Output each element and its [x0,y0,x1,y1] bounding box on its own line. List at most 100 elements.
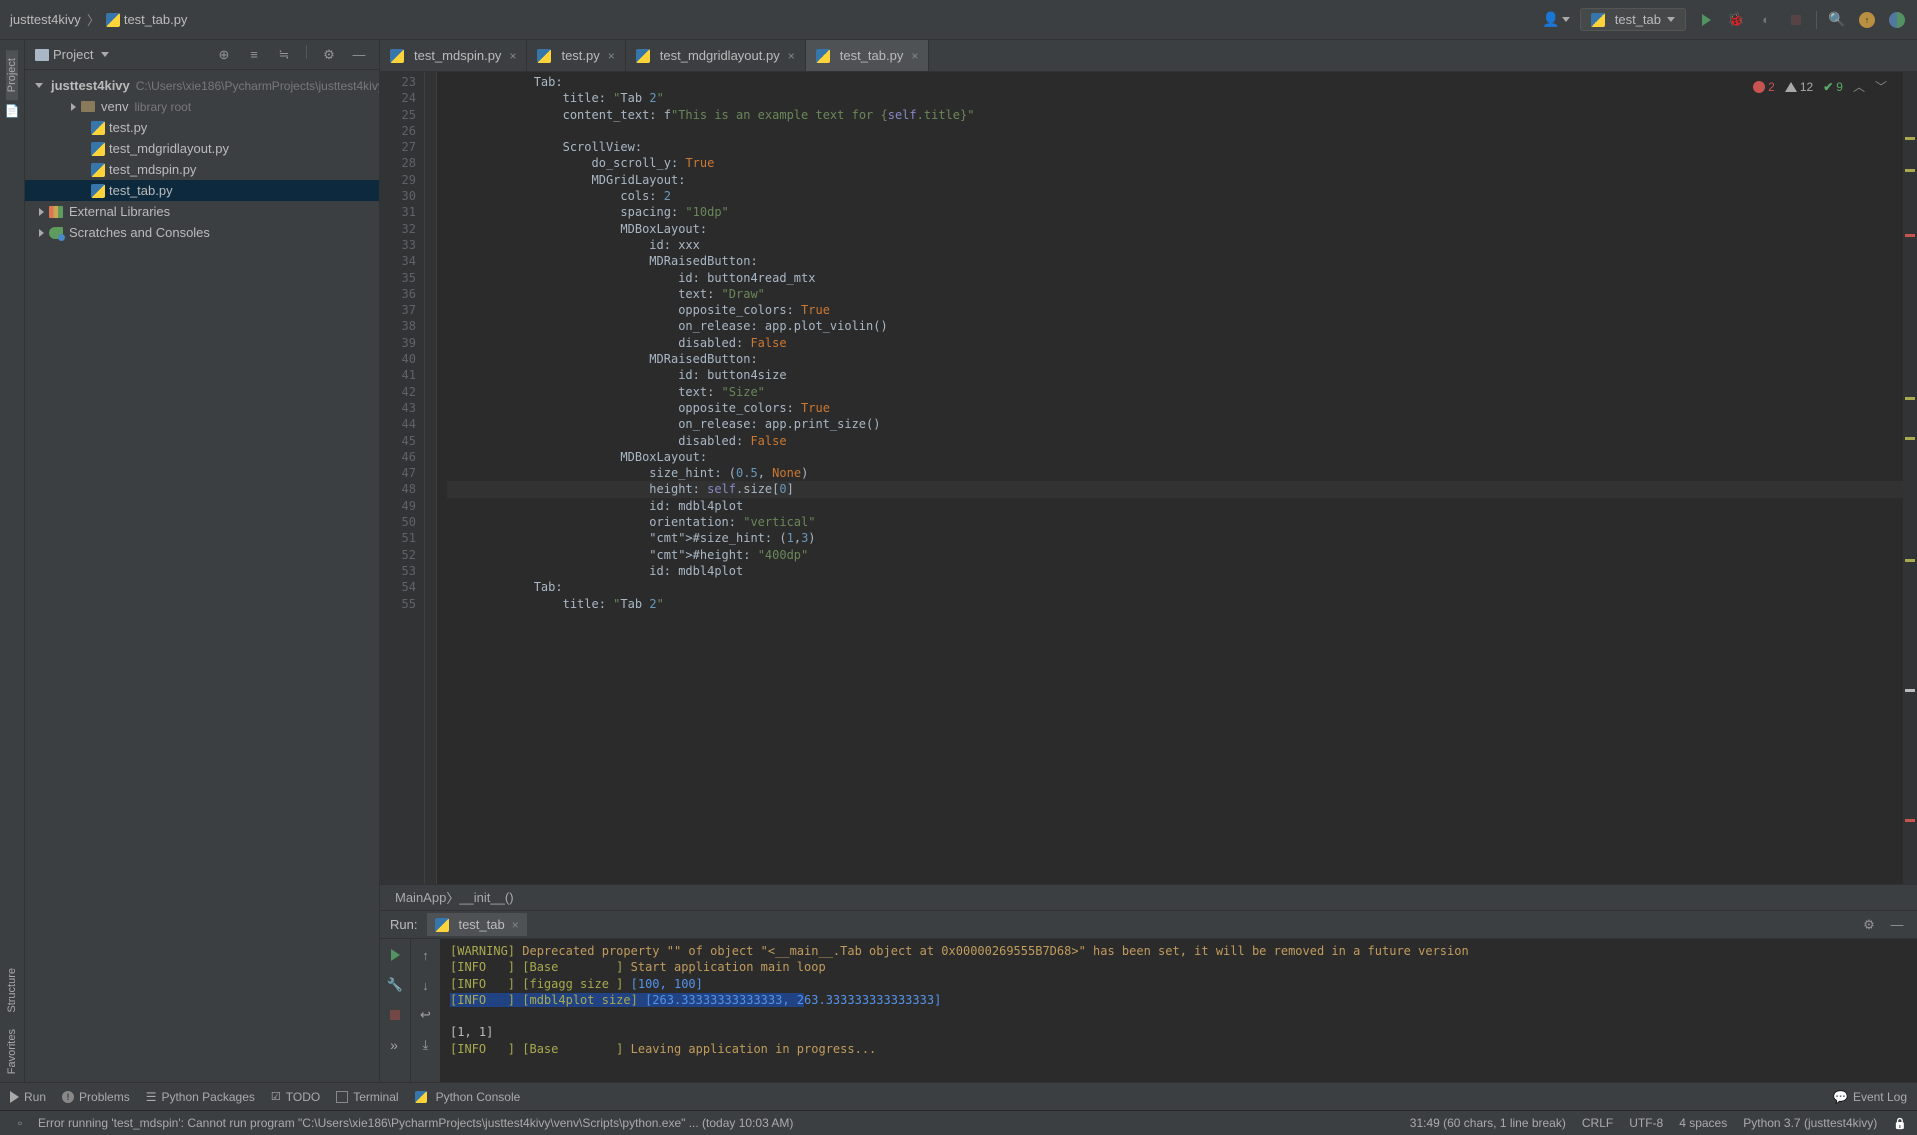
interpreter[interactable]: Python 3.7 (justtest4kivy) [1743,1116,1877,1130]
run-tab[interactable]: test_tab × [427,913,526,936]
chevron-right-icon [39,229,44,237]
run-button[interactable] [1696,10,1716,30]
error-stripe[interactable] [1903,72,1917,884]
close-icon[interactable]: × [512,918,519,932]
editor-gutter[interactable]: 23 24 25 26 27 28 29 30 31 32 33 34 35 3… [380,72,425,884]
code-with-me-icon[interactable]: 👤 [1542,11,1569,28]
project-tool-window: Project ⊕ ≡ ≒ ⚙ — justtest4kivy C:\Users… [25,40,380,1082]
console-output[interactable]: [WARNING] Deprecated property "" of obje… [440,939,1917,1082]
line-separator[interactable]: CRLF [1582,1116,1613,1130]
run-tool-window: Run: test_tab × ⚙ — 🔧 » [380,910,1917,1082]
todo-tool-button[interactable]: ☑TODO [271,1090,320,1104]
hide-icon[interactable]: — [1887,915,1907,935]
chevron-right-icon [39,208,44,216]
tree-external-libraries[interactable]: External Libraries [25,201,379,222]
folder-icon [81,101,95,112]
debug-button[interactable]: 🐞 [1726,10,1746,30]
wrench-icon[interactable]: 🔧 [385,975,405,995]
close-icon[interactable]: × [788,49,795,63]
event-log-button[interactable]: 💬Event Log [1833,1090,1907,1104]
structure-tool-button[interactable]: Structure [6,960,18,1021]
python-file-icon [91,142,105,156]
soft-wrap-icon[interactable]: ↩ [416,1005,436,1025]
breadcrumb-project[interactable]: justtest4kivy [10,12,81,27]
tree-folder-venv[interactable]: venv library root [25,96,379,117]
project-tool-button[interactable]: Project [6,50,18,100]
bookmarks-tool-button[interactable]: 📄 [5,104,20,118]
project-view-selector[interactable]: Project [35,47,109,62]
search-everywhere-icon[interactable]: 🔍 [1827,10,1847,30]
close-icon[interactable]: × [608,49,615,63]
editor-breadcrumb[interactable]: MainApp 〉 __init__() [380,884,1917,910]
gear-icon[interactable]: ⚙ [1859,915,1879,935]
python-file-icon [435,918,449,932]
down-arrow-icon[interactable]: ↓ [416,975,436,995]
bottom-tool-window-stripe: Run !Problems ☰Python Packages ☑TODO Ter… [0,1082,1917,1110]
status-bar: ▫ Error running 'test_mdspin': Cannot ru… [0,1110,1917,1135]
breadcrumb-file[interactable]: test_tab.py [124,12,188,27]
scroll-to-end-icon[interactable]: ⤓ [416,1035,436,1055]
tree-scratches[interactable]: Scratches and Consoles [25,222,379,243]
error-icon [1753,81,1765,93]
inspection-widget[interactable]: 2 12 ✔9 ︿ ﹀ [1753,78,1887,95]
editor[interactable]: 2 12 ✔9 ︿ ﹀ 23 24 25 26 27 28 29 30 31 3… [380,72,1917,884]
tree-file[interactable]: test.py [25,117,379,138]
python-file-icon [537,49,551,63]
chevron-right-icon [71,103,76,111]
lock-icon[interactable] [1893,1116,1907,1130]
tree-file[interactable]: test_mdgridlayout.py [25,138,379,159]
project-tree[interactable]: justtest4kivy C:\Users\xie186\PycharmPro… [25,70,379,248]
ide-update-icon[interactable] [1887,10,1907,30]
editor-tab[interactable]: test_mdgridlayout.py × [626,40,806,71]
run-left-toolbar-2: ↑ ↓ ↩ ⤓ [410,939,440,1082]
python-file-icon [91,163,105,177]
expand-all-icon[interactable]: ≡ [244,45,264,65]
packages-tool-button[interactable]: ☰Python Packages [146,1090,255,1104]
tree-file[interactable]: test_mdspin.py [25,159,379,180]
run-left-toolbar: 🔧 » [380,939,410,1082]
run-tool-button[interactable]: Run [10,1090,46,1104]
terminal-tool-button[interactable]: Terminal [336,1090,398,1104]
hide-icon[interactable]: — [349,45,369,65]
stop-button[interactable] [1786,10,1806,30]
status-message[interactable]: Error running 'test_mdspin': Cannot run … [38,1116,793,1130]
file-encoding[interactable]: UTF-8 [1629,1116,1663,1130]
run-with-coverage-button[interactable]: ◐ [1756,10,1776,30]
chevron-down-icon[interactable]: ﹀ [1875,78,1887,95]
indent-setting[interactable]: 4 spaces [1679,1116,1727,1130]
code-area[interactable]: Tab: title: "Tab 2" content_text: f"This… [437,72,1903,884]
chevron-up-icon[interactable]: ︿ [1853,78,1865,95]
tool-windows-icon[interactable]: ▫ [10,1113,30,1133]
favorites-tool-button[interactable]: Favorites [6,1021,18,1082]
python-file-icon [816,49,830,63]
folder-icon [35,49,49,61]
close-icon[interactable]: × [911,49,918,63]
python-file-icon [106,13,120,27]
editor-tab-active[interactable]: test_tab.py × [806,40,930,71]
close-icon[interactable]: × [509,49,516,63]
warning-icon [1785,82,1797,92]
chevron-down-icon [35,83,43,88]
library-icon [49,206,63,218]
editor-tab[interactable]: test.py × [527,40,625,71]
problems-tool-button[interactable]: !Problems [62,1090,130,1104]
select-opened-file-icon[interactable]: ⊕ [214,45,234,65]
navigation-bar: justtest4kivy 〉 test_tab.py 👤 test_tab 🐞… [0,0,1917,40]
tree-root[interactable]: justtest4kivy C:\Users\xie186\PycharmPro… [25,75,379,96]
editor-tab[interactable]: test_mdspin.py × [380,40,527,71]
run-label: Run: [390,917,417,932]
fold-gutter[interactable] [425,72,437,884]
caret-position[interactable]: 31:49 (60 chars, 1 line break) [1410,1116,1566,1130]
collapse-all-icon[interactable]: ≒ [274,45,294,65]
run-config-selector[interactable]: test_tab [1580,8,1686,31]
stop-button[interactable] [385,1005,405,1025]
sync-icon[interactable]: ↑ [1857,10,1877,30]
rerun-button[interactable] [385,945,405,965]
gear-icon[interactable]: ⚙ [319,45,339,65]
python-file-icon [91,184,105,198]
more-icon[interactable]: » [385,1035,405,1055]
up-arrow-icon[interactable]: ↑ [416,945,436,965]
python-console-tool-button[interactable]: Python Console [415,1090,521,1104]
left-tool-window-stripe: Project 📄 Structure Favorites [0,40,25,1082]
tree-file-selected[interactable]: test_tab.py [25,180,379,201]
